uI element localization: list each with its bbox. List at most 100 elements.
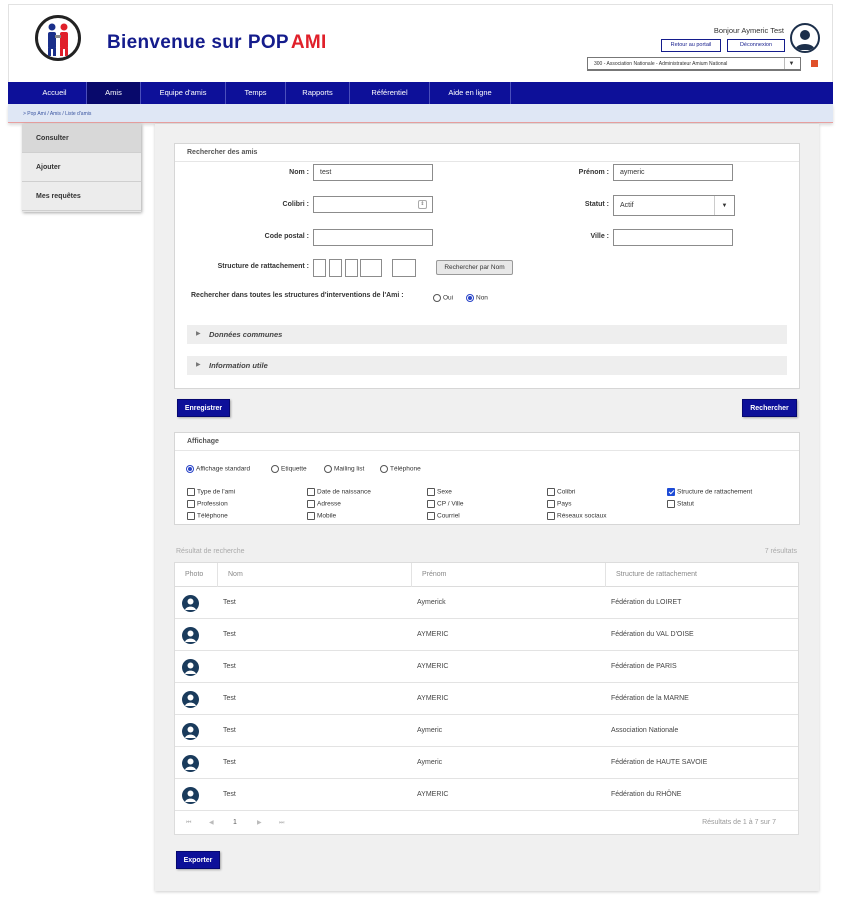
nav-item-rapports[interactable]: Rapports (286, 82, 350, 104)
checkbox[interactable] (307, 512, 315, 520)
mode-mailing-list[interactable]: Mailing list (324, 465, 364, 473)
code-postal-label: Code postal : (264, 233, 309, 240)
pop-ami-logo[interactable] (35, 15, 81, 61)
checkbox-checked[interactable] (667, 488, 675, 496)
mode-etiquette-label: Etiquette (281, 465, 307, 473)
checkbox[interactable] (187, 500, 195, 508)
table-row[interactable]: Test AYMERIC Fédération de la MARNE (175, 683, 798, 715)
status-square-icon[interactable] (811, 60, 818, 67)
side-menu-mes-requetes[interactable]: Mes requêtes (22, 182, 141, 211)
column-option[interactable]: CP / Ville (427, 500, 464, 508)
ville-input[interactable] (613, 229, 733, 246)
mode-etiquette[interactable]: Etiquette (271, 465, 307, 473)
checkbox[interactable] (187, 512, 195, 520)
search-panel: Rechercher des amis Nom : test Prénom : … (174, 143, 800, 389)
mode-telephone-radio[interactable] (380, 465, 388, 473)
accordion-donnees-communes[interactable]: ▶ Données communes (187, 325, 787, 344)
column-option[interactable]: Date de naissance (307, 488, 371, 496)
table-row[interactable]: Test AYMERIC Fédération du RHÔNE (175, 779, 798, 811)
checkbox[interactable] (187, 488, 195, 496)
column-option[interactable]: Courriel (427, 512, 460, 520)
checkbox[interactable] (547, 488, 555, 496)
logout-button[interactable]: Déconnexion (727, 39, 785, 52)
nom-input[interactable]: test (313, 164, 433, 181)
mode-affichage-standard[interactable]: Affichage standard (186, 465, 250, 473)
column-option-label: Pays (557, 500, 572, 508)
code-postal-input[interactable] (313, 229, 433, 246)
checkbox[interactable] (547, 512, 555, 520)
column-header-structure[interactable]: Structure de rattachement (606, 563, 800, 587)
caret-right-icon: ▶ (196, 331, 201, 337)
column-option[interactable]: Profession (187, 500, 228, 508)
side-menu-consulter[interactable]: Consulter (22, 124, 141, 153)
checkbox[interactable] (307, 500, 315, 508)
nav-item-amis[interactable]: Amis (87, 82, 141, 104)
radio-oui[interactable]: Oui (433, 294, 453, 302)
mode-etiquette-radio[interactable] (271, 465, 279, 473)
table-row[interactable]: Test Aymerick Fédération du LOIRET (175, 587, 798, 619)
radio-non[interactable]: Non (466, 294, 488, 302)
spinner-icon[interactable]: ⇕ (418, 200, 427, 209)
column-header-nom[interactable]: Nom (218, 563, 412, 587)
last-page-icon[interactable]: ⏭ (279, 811, 284, 835)
checkbox[interactable] (427, 488, 435, 496)
nav-item-referentiel[interactable]: Référentiel (350, 82, 430, 104)
checkbox[interactable] (427, 512, 435, 520)
nav-item-equipe-amis[interactable]: Equipe d'amis (141, 82, 226, 104)
structure-code-1[interactable] (313, 259, 326, 277)
table-row[interactable]: Test AYMERIC Fédération de PARIS (175, 651, 798, 683)
column-option[interactable]: Colibri (547, 488, 575, 496)
column-option[interactable]: Réseaux sociaux (547, 512, 607, 520)
structure-code-4[interactable] (360, 259, 382, 277)
accordion-information-utile[interactable]: ▶ Information utile (187, 356, 787, 375)
breadcrumb[interactable]: > Pop Ami / Amis / Liste d'amis (23, 111, 91, 117)
nav-item-accueil[interactable]: Accueil (23, 82, 87, 104)
search-button[interactable]: Rechercher (742, 399, 797, 417)
table-row[interactable]: Test AYMERIC Fédération du VAL D'OISE (175, 619, 798, 651)
mode-telephone[interactable]: Téléphone (380, 465, 421, 473)
side-menu-ajouter[interactable]: Ajouter (22, 153, 141, 182)
column-option-label: Adresse (317, 500, 341, 508)
nav-item-aide-en-ligne[interactable]: Aide en ligne (430, 82, 511, 104)
page-number[interactable]: 1 (233, 811, 237, 835)
checkbox[interactable] (547, 500, 555, 508)
nav-item-temps[interactable]: Temps (226, 82, 286, 104)
column-option[interactable]: Statut (667, 500, 694, 508)
mode-standard-radio[interactable] (186, 465, 194, 473)
structure-code-3[interactable] (345, 259, 358, 277)
association-select[interactable]: 300 - Association Nationale - Administra… (587, 57, 801, 71)
user-avatar-icon[interactable] (790, 23, 820, 53)
back-to-portal-button[interactable]: Retour au portail (661, 39, 721, 52)
checkbox[interactable] (667, 500, 675, 508)
first-page-icon[interactable]: ⏮ (186, 811, 191, 835)
export-button[interactable]: Exporter (176, 851, 220, 869)
column-option[interactable]: Structure de rattachement (667, 488, 752, 496)
checkbox[interactable] (307, 488, 315, 496)
radio-oui-circle[interactable] (433, 294, 441, 302)
column-option[interactable]: Adresse (307, 500, 341, 508)
column-option[interactable]: Mobile (307, 512, 336, 520)
next-page-icon[interactable]: ▶ (257, 811, 262, 835)
structure-code-2[interactable] (329, 259, 342, 277)
prev-page-icon[interactable]: ◀ (209, 811, 214, 835)
column-option[interactable]: Pays (547, 500, 571, 508)
table-row[interactable]: Test Aymeric Association Nationale (175, 715, 798, 747)
table-row[interactable]: Test Aymeric Fédération de HAUTE SAVOIE (175, 747, 798, 779)
prenom-input[interactable]: aymeric (613, 164, 733, 181)
column-header-photo[interactable]: Photo (175, 563, 218, 587)
checkbox[interactable] (427, 500, 435, 508)
caret-right-icon: ▶ (196, 362, 201, 368)
column-option[interactable]: Téléphone (187, 512, 228, 520)
column-header-prenom[interactable]: Prénom (412, 563, 606, 587)
column-option-label: Mobile (317, 512, 337, 520)
statut-select[interactable]: Actif ▼ (613, 195, 735, 216)
structure-code-5[interactable] (392, 259, 416, 277)
search-by-name-button[interactable]: Rechercher par Nom (436, 260, 513, 275)
radio-non-circle[interactable] (466, 294, 474, 302)
column-option[interactable]: Type de l'ami (187, 488, 235, 496)
save-button[interactable]: Enregistrer (177, 399, 230, 417)
mode-mailing-radio[interactable] (324, 465, 332, 473)
association-select-value: 300 - Association Nationale - Administra… (594, 61, 728, 67)
column-option[interactable]: Sexe (427, 488, 452, 496)
colibri-input[interactable]: ⇕ (313, 196, 433, 213)
